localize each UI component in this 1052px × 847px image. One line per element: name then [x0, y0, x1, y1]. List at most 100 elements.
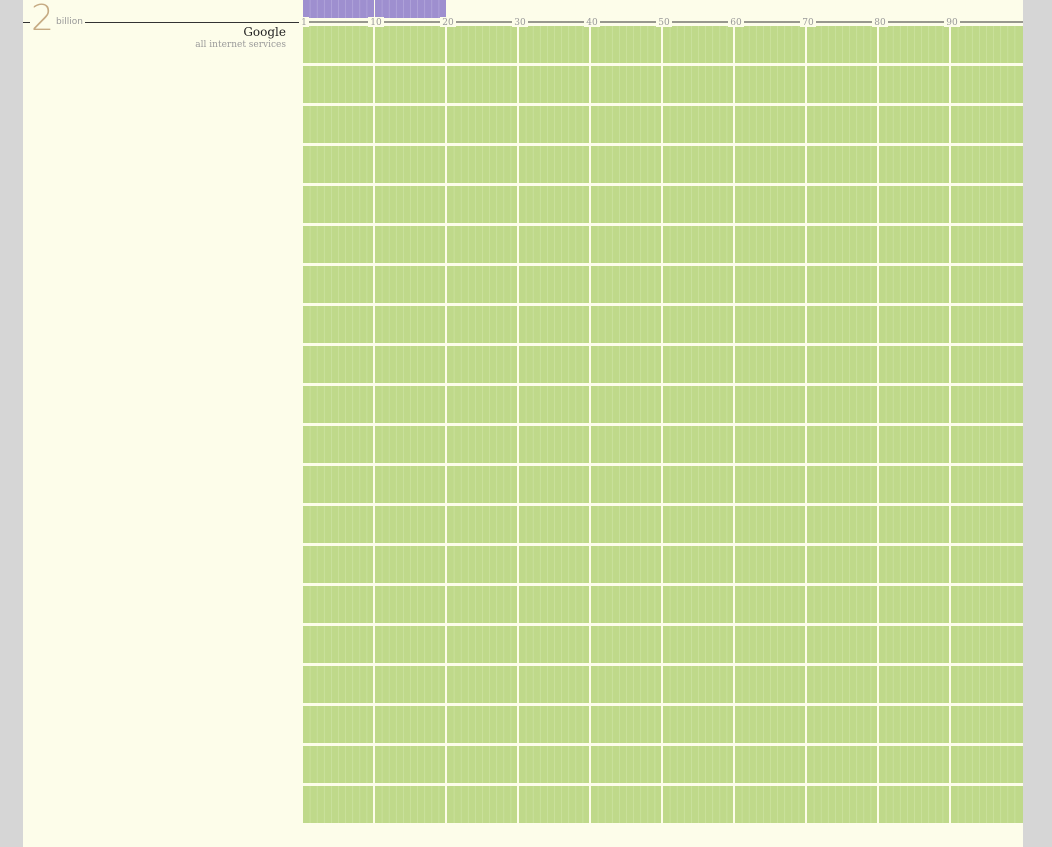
green-block [807, 186, 877, 223]
green-block [591, 226, 661, 263]
green-block [519, 386, 589, 423]
green-block [519, 346, 589, 383]
green-block [663, 226, 733, 263]
green-block [951, 146, 1023, 183]
green-block [951, 426, 1023, 463]
green-block [303, 626, 373, 663]
green-block [951, 106, 1023, 143]
green-block [807, 346, 877, 383]
green-block [375, 586, 445, 623]
green-block [807, 386, 877, 423]
green-block [951, 386, 1023, 423]
green-block [447, 586, 517, 623]
green-block [807, 506, 877, 543]
x-tick-label: 20 [442, 18, 454, 28]
green-block [591, 626, 661, 663]
green-block [735, 586, 805, 623]
green-block [879, 346, 949, 383]
green-block [591, 26, 661, 63]
green-block [303, 226, 373, 263]
green-block [807, 586, 877, 623]
green-block [663, 186, 733, 223]
green-block [519, 626, 589, 663]
green-block [591, 466, 661, 503]
green-block [879, 586, 949, 623]
green-block [663, 466, 733, 503]
green-block [375, 26, 445, 63]
green-block [807, 306, 877, 343]
green-block [879, 466, 949, 503]
green-block [303, 466, 373, 503]
green-block [663, 306, 733, 343]
green-block [303, 666, 373, 703]
green-block [303, 706, 373, 743]
green-block [735, 426, 805, 463]
green-block [663, 26, 733, 63]
green-block [951, 786, 1023, 823]
green-block [375, 106, 445, 143]
green-block [951, 466, 1023, 503]
green-block [951, 626, 1023, 663]
green-block [735, 66, 805, 103]
green-block [807, 706, 877, 743]
green-block [519, 306, 589, 343]
x-tick-label: 70 [802, 18, 814, 28]
green-block [447, 146, 517, 183]
green-block [303, 306, 373, 343]
green-block [807, 466, 877, 503]
green-block [519, 706, 589, 743]
green-block [879, 386, 949, 423]
green-block [663, 386, 733, 423]
green-block [663, 146, 733, 183]
green-block [519, 226, 589, 263]
green-block [735, 226, 805, 263]
x-tick-label: 30 [514, 18, 526, 28]
green-block [807, 666, 877, 703]
green-block [591, 506, 661, 543]
x-tick-label: 60 [730, 18, 742, 28]
green-block [807, 266, 877, 303]
green-block [519, 426, 589, 463]
green-block [807, 786, 877, 823]
green-block [735, 666, 805, 703]
green-block [375, 466, 445, 503]
green-block [591, 66, 661, 103]
green-block [879, 26, 949, 63]
green-block [663, 666, 733, 703]
green-block [591, 186, 661, 223]
green-block [303, 386, 373, 423]
green-block [879, 66, 949, 103]
green-block [375, 786, 445, 823]
green-block [807, 66, 877, 103]
green-block [663, 626, 733, 663]
green-block [591, 546, 661, 583]
green-block [807, 426, 877, 463]
green-block [591, 666, 661, 703]
green-block [519, 506, 589, 543]
green-block [951, 666, 1023, 703]
green-block [447, 66, 517, 103]
green-block [303, 426, 373, 463]
green-block [735, 546, 805, 583]
green-block [303, 186, 373, 223]
green-block [375, 666, 445, 703]
green-block [375, 706, 445, 743]
green-block [951, 66, 1023, 103]
green-block [447, 546, 517, 583]
green-block [447, 106, 517, 143]
green-block [303, 546, 373, 583]
green-block [951, 546, 1023, 583]
green-block [519, 786, 589, 823]
green-block [303, 266, 373, 303]
green-block [375, 66, 445, 103]
green-block [879, 186, 949, 223]
green-block [303, 746, 373, 783]
green-block [663, 546, 733, 583]
green-block [807, 546, 877, 583]
green-block [591, 306, 661, 343]
x-tick-label: 90 [946, 18, 958, 28]
green-block [591, 106, 661, 143]
green-block [519, 146, 589, 183]
green-block [519, 746, 589, 783]
green-block [735, 506, 805, 543]
